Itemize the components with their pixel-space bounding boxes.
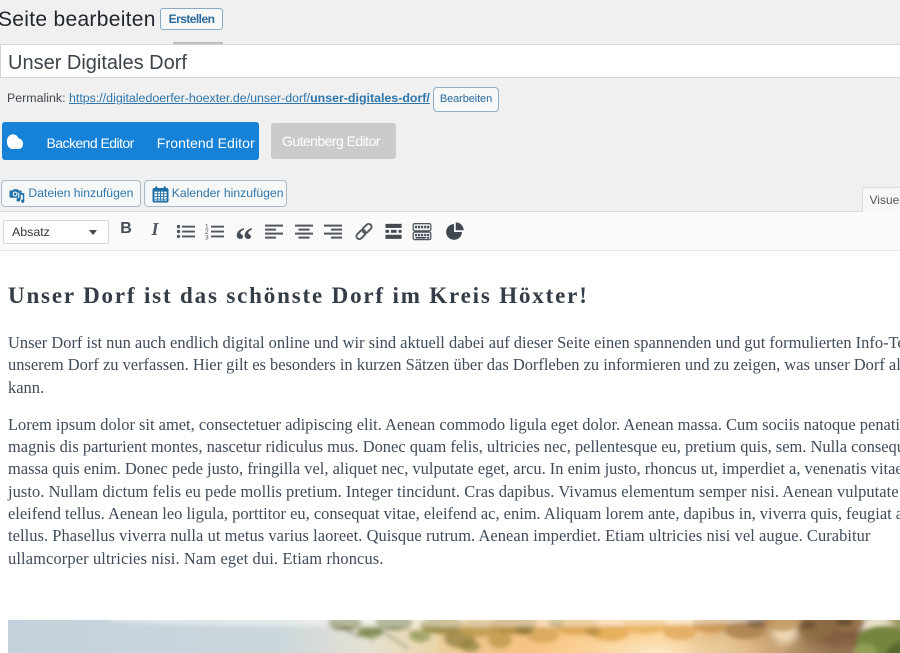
svg-text:3: 3 [205,234,209,241]
